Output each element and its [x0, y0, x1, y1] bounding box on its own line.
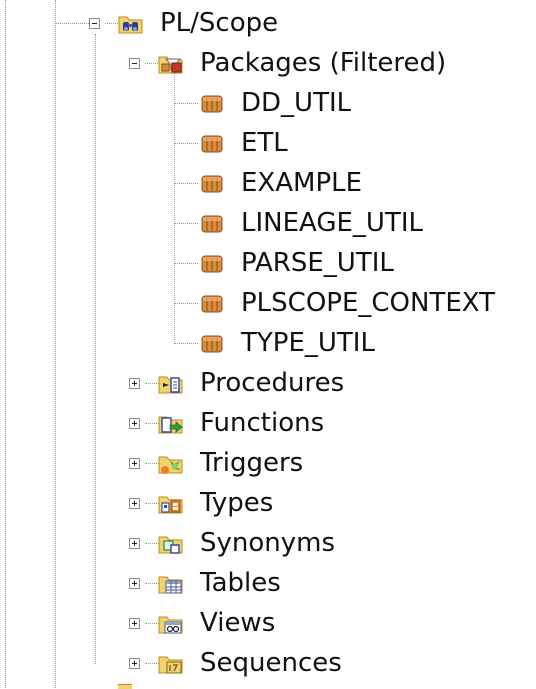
expand-toggle[interactable]	[129, 498, 140, 509]
binoculars-connection-icon	[118, 13, 143, 35]
tree-node-triggers[interactable]: Triggers	[158, 443, 378, 483]
expand-toggle[interactable]	[129, 418, 140, 429]
package-icon	[200, 213, 224, 235]
tree-guide-line	[55, 0, 56, 688]
tree-node-label: PARSE_UTIL	[241, 248, 394, 278]
synonyms-folder-icon	[158, 533, 183, 555]
tree-node-label: Views	[200, 608, 276, 638]
next-node-fragment	[118, 684, 132, 689]
tree-node-label: Types	[200, 488, 274, 518]
package-icon	[200, 293, 224, 315]
expand-toggle[interactable]	[129, 378, 140, 389]
tree-connector	[175, 303, 198, 304]
tree-node-plscope[interactable]: PL/Scope	[118, 3, 338, 43]
tree-node-packages[interactable]: Packages (Filtered)	[158, 43, 478, 83]
tree-connector	[145, 623, 159, 624]
procedures-folder-icon	[158, 373, 183, 395]
tree-connector	[175, 143, 198, 144]
package-icon	[200, 333, 224, 355]
filtered-folder-icon	[158, 53, 183, 75]
tree-node-package[interactable]: PLSCOPE_CONTEXT	[200, 283, 520, 323]
tree-connector	[145, 383, 159, 384]
package-icon	[200, 173, 224, 195]
tree-node-label: LINEAGE_UTIL	[241, 208, 423, 238]
expand-toggle[interactable]	[129, 658, 140, 669]
tree-node-label: ETL	[241, 128, 288, 158]
tree-node-label: Tables	[200, 568, 281, 598]
tree-connector	[175, 223, 198, 224]
tree-node-label: TYPE_UTIL	[241, 328, 375, 358]
expand-toggle[interactable]	[129, 618, 140, 629]
package-icon	[200, 93, 224, 115]
collapse-toggle[interactable]	[89, 18, 100, 29]
expand-toggle[interactable]	[129, 458, 140, 469]
package-icon	[200, 133, 224, 155]
tree-node-label: PL/Scope	[160, 8, 279, 38]
tree-node-types[interactable]: Types	[158, 483, 378, 523]
tree-node-label: DD_UTIL	[241, 88, 352, 118]
tree-connector	[175, 183, 198, 184]
tree-node-package[interactable]: TYPE_UTIL	[200, 323, 400, 363]
tree-node-views[interactable]: Views	[158, 603, 378, 643]
tree-connector	[175, 263, 198, 264]
tree-node-label: Sequences	[200, 648, 342, 678]
tree-node-package[interactable]: LINEAGE_UTIL	[200, 203, 440, 243]
collapse-toggle[interactable]	[129, 58, 140, 69]
tree-node-package[interactable]: DD_UTIL	[200, 83, 380, 123]
tree-connector	[145, 663, 159, 664]
tables-folder-icon	[158, 573, 183, 595]
tree-connector	[145, 503, 159, 504]
tree-node-label: Triggers	[200, 448, 304, 478]
tree-node-package[interactable]: PARSE_UTIL	[200, 243, 420, 283]
tree-node-label: Packages (Filtered)	[200, 48, 447, 78]
functions-folder-icon	[158, 413, 183, 435]
sequences-folder-icon	[158, 653, 183, 675]
tree-node-package[interactable]: EXAMPLE	[200, 163, 380, 203]
tree-node-label: Synonyms	[200, 528, 336, 558]
tree-guide-line	[5, 0, 6, 688]
tree-connector	[145, 423, 159, 424]
tree-connector	[145, 463, 159, 464]
tree-node-synonyms[interactable]: Synonyms	[158, 523, 378, 563]
package-icon	[200, 253, 224, 275]
tree-node-procedures[interactable]: Procedures	[158, 363, 378, 403]
tree-node-sequences[interactable]: Sequences	[158, 643, 378, 683]
types-folder-icon	[158, 493, 183, 515]
tree-node-functions[interactable]: Functions	[158, 403, 378, 443]
tree-node-label: PLSCOPE_CONTEXT	[241, 288, 496, 318]
tree-guide-line	[95, 34, 96, 664]
tree-connector	[145, 583, 159, 584]
tree-node-label: Functions	[200, 408, 325, 438]
tree-connector	[175, 343, 198, 344]
tree-node-label: EXAMPLE	[241, 168, 363, 198]
tree-node-package[interactable]: ETL	[200, 123, 320, 163]
triggers-folder-icon	[158, 453, 183, 475]
tree-connector	[145, 543, 159, 544]
tree-node-tables[interactable]: Tables	[158, 563, 378, 603]
tree-node-label: Procedures	[200, 368, 345, 398]
tree-connector	[175, 103, 198, 104]
tree-connector	[55, 23, 89, 24]
expand-toggle[interactable]	[129, 538, 140, 549]
views-folder-icon	[158, 613, 183, 635]
expand-toggle[interactable]	[129, 578, 140, 589]
